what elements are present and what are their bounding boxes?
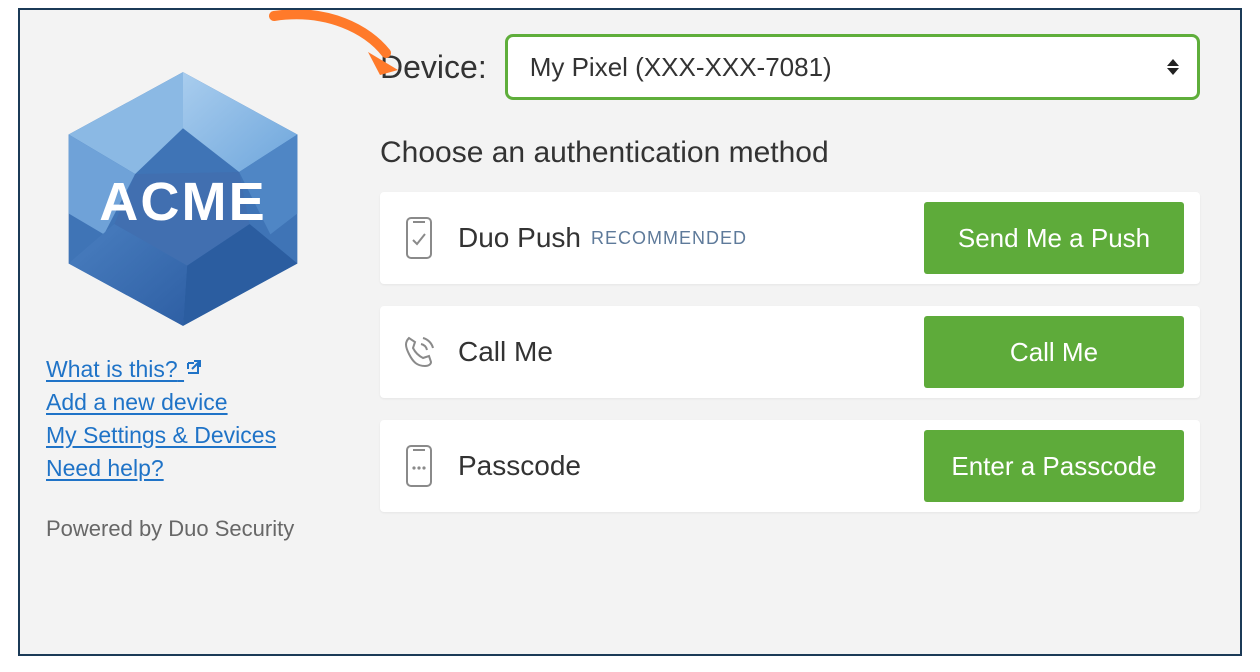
call-me-button[interactable]: Call Me <box>924 316 1184 388</box>
brand-logo: ACME <box>62 68 304 330</box>
send-push-button[interactable]: Send Me a Push <box>924 202 1184 274</box>
device-select[interactable]: My Pixel (XXX-XXX-7081) <box>505 34 1200 100</box>
sidebar-links: What is this? Add a new device My Settin… <box>46 356 320 482</box>
method-row-passcode: Passcode Enter a Passcode <box>380 420 1200 512</box>
device-label: Device: <box>380 49 487 86</box>
method-row-call: Call Me Call Me <box>380 306 1200 398</box>
link-what-is-this-label: What is this? <box>46 356 178 382</box>
select-updown-icon <box>1167 59 1179 75</box>
section-title: Choose an authentication method <box>380 136 1200 170</box>
device-row: Device: My Pixel (XXX-XXX-7081) <box>380 34 1200 100</box>
powered-by-text: Powered by Duo Security <box>46 516 320 542</box>
main-panel: Device: My Pixel (XXX-XXX-7081) Choose a… <box>340 10 1240 654</box>
device-select-value: My Pixel (XXX-XXX-7081) <box>530 52 832 83</box>
phone-check-icon <box>396 216 442 260</box>
auth-frame: ACME What is this? Add a new device My S… <box>18 8 1242 656</box>
method-push-label: Duo Push <box>458 222 581 254</box>
method-call-label: Call Me <box>458 336 553 368</box>
brand-logo-text: ACME <box>99 172 266 232</box>
sidebar: ACME What is this? Add a new device My S… <box>20 10 340 654</box>
method-passcode-label: Passcode <box>458 450 581 482</box>
phone-passcode-icon <box>396 444 442 488</box>
phone-call-icon <box>396 332 442 372</box>
method-push-tag: RECOMMENDED <box>591 228 747 249</box>
link-what-is-this[interactable]: What is this? <box>46 356 202 383</box>
enter-passcode-button[interactable]: Enter a Passcode <box>924 430 1184 502</box>
link-settings-devices[interactable]: My Settings & Devices <box>46 422 276 449</box>
method-row-push: Duo Push RECOMMENDED Send Me a Push <box>380 192 1200 284</box>
link-add-device[interactable]: Add a new device <box>46 389 228 416</box>
link-need-help[interactable]: Need help? <box>46 455 164 482</box>
external-link-icon <box>184 356 202 374</box>
